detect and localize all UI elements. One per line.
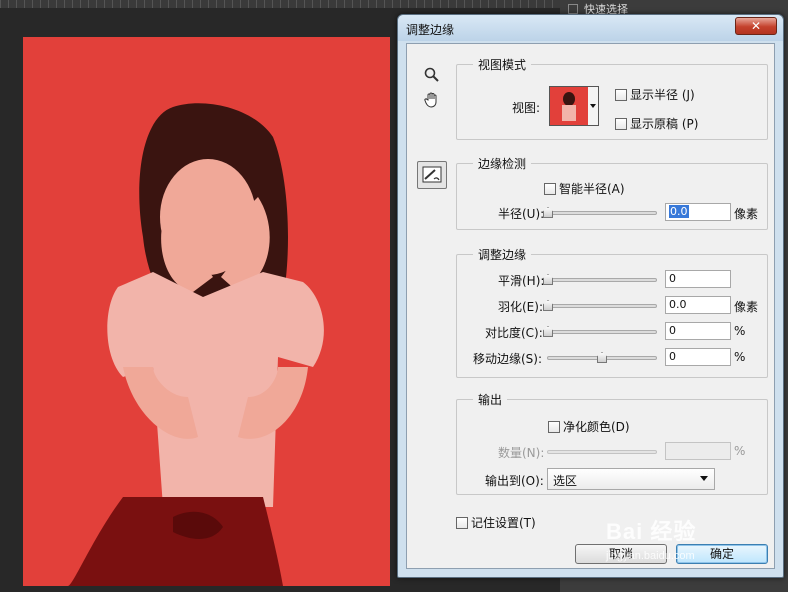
show-radius-label: 显示半径 (J)	[630, 88, 695, 102]
slider-track[interactable]	[547, 450, 657, 454]
view-thumbnail[interactable]	[549, 86, 599, 126]
slider-thumb[interactable]	[597, 352, 607, 363]
shift-edge-unit: %	[734, 350, 746, 364]
smooth-input[interactable]: 0	[665, 270, 731, 288]
edge-detection-group: 边缘检测 智能半径(A) 半径(U): 0.0 像素	[456, 155, 768, 230]
zoom-icon[interactable]	[420, 64, 444, 86]
edge-detection-title: 边缘检测	[473, 155, 532, 172]
slider-thumb[interactable]	[543, 274, 553, 285]
radius-label: 半径(U):	[498, 207, 545, 221]
amount-unit: %	[734, 444, 746, 458]
adjust-edge-group: 调整边缘 平滑(H): 0 羽化(E): 0.0 像素 对比度(C): 0 % …	[456, 246, 768, 378]
checkbox-box[interactable]	[456, 516, 468, 529]
slider-thumb[interactable]	[543, 207, 553, 218]
baidu-watermark: Bai 经验 jingyan.baidu.com	[586, 500, 786, 580]
slider-track[interactable]	[543, 304, 657, 308]
dropdown-arrow-icon	[700, 476, 708, 481]
feather-unit: 像素	[734, 300, 759, 314]
radius-slider[interactable]	[543, 206, 657, 218]
contrast-input[interactable]: 0	[665, 322, 731, 340]
feather-label: 羽化(E):	[498, 300, 543, 314]
amount-label: 数量(N):	[498, 446, 545, 460]
view-label: 视图:	[512, 101, 541, 115]
smooth-value: 0	[669, 272, 676, 285]
smooth-label: 平滑(H):	[498, 274, 545, 288]
view-mode-group: 视图模式 视图: 显示半径 (J) 显示原稿 (P)	[456, 56, 768, 140]
slider-track[interactable]	[543, 278, 657, 282]
checkbox-box[interactable]	[615, 117, 627, 130]
show-original-label: 显示原稿 (P)	[630, 117, 699, 131]
feather-slider[interactable]	[543, 299, 657, 311]
watermark-text: Bai 经验	[606, 519, 697, 544]
remember-settings-checkbox[interactable]: 记住设置(T)	[456, 514, 536, 531]
visibility-checkbox[interactable]	[568, 4, 578, 14]
shift-edge-label: 移动边缘(S):	[473, 352, 543, 366]
output-group: 输出 净化颜色(D) 数量(N): % 输出到(O): 选区	[456, 391, 768, 495]
watermark-subtext: jingyan.baidu.com	[606, 550, 695, 562]
dialog-client: 视图模式 视图: 显示半径 (J) 显示原稿 (P) 边缘检测 智能半径(A) …	[406, 43, 775, 569]
checkbox-box[interactable]	[544, 182, 556, 195]
hand-icon[interactable]	[420, 89, 444, 111]
contrast-unit: %	[734, 324, 746, 338]
dialog-title: 调整边缘	[406, 23, 455, 37]
contrast-label: 对比度(C):	[485, 326, 543, 340]
dialog-titlebar[interactable]: 调整边缘 ✕	[398, 15, 783, 41]
amount-input[interactable]	[665, 442, 731, 460]
output-title: 输出	[473, 391, 508, 408]
feather-value: 0.0	[669, 298, 687, 311]
smooth-slider[interactable]	[543, 273, 657, 285]
slider-thumb[interactable]	[543, 326, 553, 337]
feather-input[interactable]: 0.0	[665, 296, 731, 314]
output-to-value: 选区	[553, 474, 578, 488]
output-to-label: 输出到(O):	[485, 474, 544, 488]
remember-settings-label: 记住设置(T)	[471, 516, 536, 530]
slider-track[interactable]	[543, 211, 657, 215]
adjust-edge-title: 调整边缘	[473, 246, 532, 263]
show-original-checkbox[interactable]: 显示原稿 (P)	[615, 115, 698, 132]
smart-radius-label: 智能半径(A)	[559, 182, 625, 196]
shift-edge-input[interactable]: 0	[665, 348, 731, 366]
smart-radius-checkbox[interactable]: 智能半径(A)	[544, 180, 625, 197]
refine-edge-dialog: 调整边缘 ✕ 视图模式 视图: 显示半径 (J) 显示原稿 (P) 边缘检测 智…	[397, 14, 784, 578]
checkbox-box[interactable]	[548, 420, 560, 433]
checkbox-box[interactable]	[615, 88, 627, 101]
decontaminate-checkbox[interactable]: 净化颜色(D)	[548, 418, 630, 435]
ruler-top	[0, 0, 560, 8]
refine-radius-icon[interactable]	[417, 161, 447, 189]
output-to-select[interactable]: 选区	[547, 468, 715, 490]
radius-value: 0.0	[669, 205, 689, 218]
show-radius-checkbox[interactable]: 显示半径 (J)	[615, 86, 695, 103]
shift-edge-slider[interactable]	[547, 351, 657, 363]
slider-thumb[interactable]	[543, 300, 553, 311]
view-mode-title: 视图模式	[473, 56, 532, 73]
close-button[interactable]: ✕	[735, 17, 777, 35]
contrast-value: 0	[669, 324, 676, 337]
decontaminate-label: 净化颜色(D)	[563, 420, 630, 434]
shift-edge-value: 0	[669, 350, 676, 363]
radius-input[interactable]: 0.0	[665, 203, 731, 221]
slider-track[interactable]	[543, 330, 657, 334]
photo-canvas[interactable]	[23, 37, 390, 586]
radius-unit: 像素	[734, 207, 759, 221]
contrast-slider[interactable]	[543, 325, 657, 337]
photo-illustration	[23, 37, 390, 586]
amount-slider[interactable]	[547, 445, 657, 457]
